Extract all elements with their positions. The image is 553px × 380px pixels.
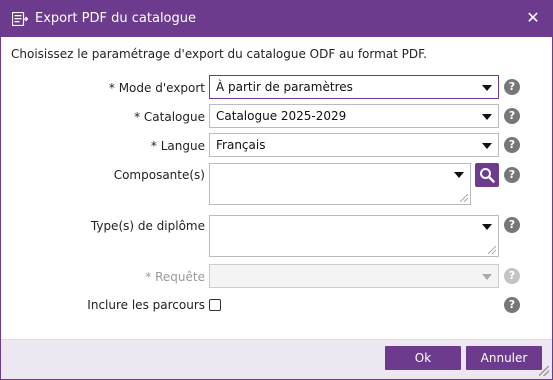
composantes-label: Composante(s) <box>113 168 205 182</box>
langue-value: Français <box>216 138 266 152</box>
catalogue-value: Catalogue 2025-2029 <box>216 109 347 123</box>
help-icon[interactable]: ? <box>504 167 520 183</box>
export-document-icon <box>11 11 29 27</box>
help-icon[interactable]: ? <box>504 137 520 153</box>
chevron-down-icon <box>482 224 492 230</box>
close-icon[interactable]: ✕ <box>524 9 542 27</box>
help-icon[interactable]: ? <box>504 297 520 313</box>
chevron-down-icon <box>482 143 492 149</box>
mode-export-value: À partir de paramètres <box>216 80 353 94</box>
resize-grip-icon[interactable] <box>460 194 468 202</box>
langue-select[interactable]: Français <box>209 133 499 157</box>
chevron-down-icon <box>454 172 464 178</box>
help-icon: ? <box>504 268 520 284</box>
catalogue-label: * Catalogue <box>134 110 205 124</box>
langue-label: * Langue <box>150 139 205 153</box>
catalogue-select[interactable]: Catalogue 2025-2029 <box>209 104 499 128</box>
search-button[interactable] <box>475 163 499 187</box>
dialog-titlebar[interactable]: Export PDF du catalogue ✕ <box>1 1 552 37</box>
dialog-intro-text: Choisissez le paramétrage d'export du ca… <box>11 47 427 61</box>
cancel-button[interactable]: Annuler <box>466 346 542 370</box>
dialog-footer: Ok Annuler <box>1 339 552 379</box>
parcours-label: Inclure les parcours <box>87 298 205 312</box>
mode-export-select[interactable]: À partir de paramètres <box>209 75 499 99</box>
help-icon[interactable]: ? <box>504 217 520 233</box>
diplomes-multiselect[interactable] <box>209 215 499 257</box>
diplomes-label: Type(s) de diplôme <box>90 219 205 233</box>
requete-select <box>209 264 499 288</box>
mode-export-label: * Mode d'export <box>108 81 205 95</box>
chevron-down-icon <box>482 85 492 91</box>
search-icon <box>480 168 495 183</box>
chevron-down-icon <box>482 274 492 280</box>
resize-grip-icon[interactable] <box>539 366 549 376</box>
requete-label: * Requête <box>145 270 205 284</box>
parcours-checkbox[interactable] <box>209 299 221 311</box>
composantes-multiselect[interactable] <box>209 163 471 205</box>
resize-grip-icon[interactable] <box>488 246 496 254</box>
help-icon[interactable]: ? <box>504 79 520 95</box>
ok-button[interactable]: Ok <box>385 346 461 370</box>
dialog-title: Export PDF du catalogue <box>35 11 197 26</box>
export-pdf-dialog: Export PDF du catalogue ✕ Choisissez le … <box>0 0 553 380</box>
chevron-down-icon <box>482 114 492 120</box>
help-icon[interactable]: ? <box>504 108 520 124</box>
